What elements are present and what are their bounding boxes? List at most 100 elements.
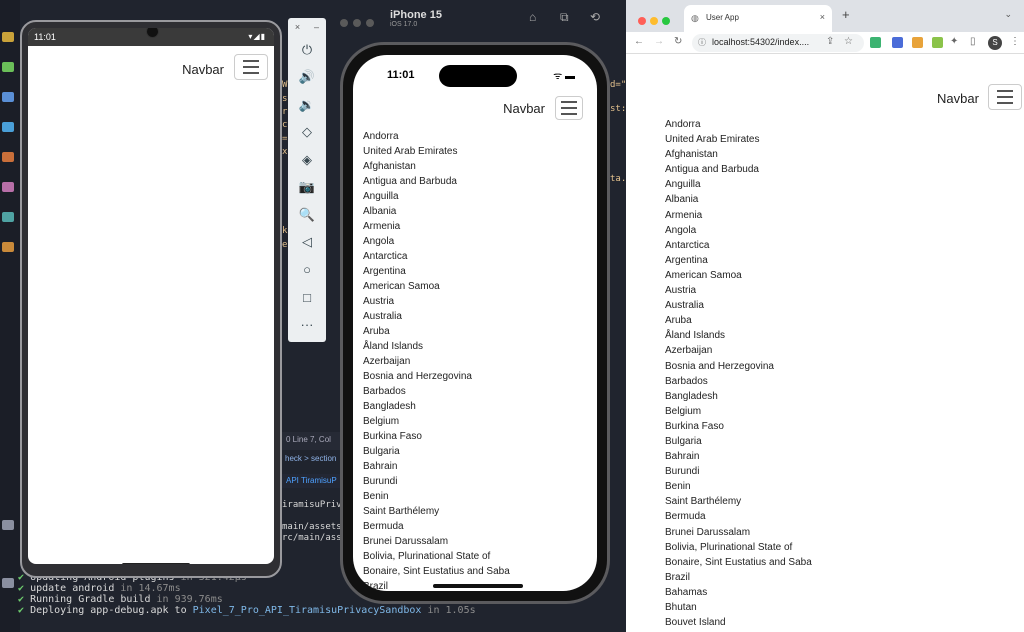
list-item: Argentina: [363, 266, 406, 277]
more-icon[interactable]: ···: [288, 311, 326, 339]
tab-bar: ◍ User App × + ⌄: [626, 0, 1024, 32]
list-item: Bangladesh: [665, 390, 718, 402]
list-item: United Arab Emirates: [363, 146, 458, 157]
android-screen[interactable]: 11:01 ▾◢▮ Navbar: [28, 28, 274, 564]
more-icon[interactable]: ⋮: [1010, 36, 1020, 47]
list-item: Barbados: [665, 375, 708, 387]
remote-icon[interactable]: [2, 182, 14, 192]
back-icon[interactable]: ◁: [288, 229, 326, 257]
power-icon[interactable]: ⏻: [288, 36, 326, 64]
avatar[interactable]: S: [988, 36, 1002, 50]
address-bar[interactable]: ⓘ localhost:54302/index....: [692, 34, 864, 52]
camera-cutout: [146, 28, 159, 38]
forward-icon[interactable]: →: [654, 36, 664, 47]
settings-icon[interactable]: [2, 578, 14, 588]
zoom-button[interactable]: [366, 19, 374, 27]
android-status-bar: 11:01 ▾◢▮: [28, 28, 274, 46]
home-indicator[interactable]: [433, 584, 523, 588]
hamburger-icon-bar: [561, 113, 577, 115]
home-icon[interactable]: ⌂: [529, 10, 536, 24]
ide-terminal-tab[interactable]: API TiramisuP: [282, 474, 342, 488]
database-icon[interactable]: [2, 122, 14, 132]
account-icon[interactable]: [2, 520, 14, 530]
site-info-icon[interactable]: ⓘ: [698, 37, 706, 48]
terminal-time: in 1.05s: [427, 605, 476, 616]
terminal-fragment: rc/main/ass: [282, 533, 342, 543]
zoom-button[interactable]: [662, 17, 670, 25]
new-tab-button[interactable]: +: [842, 7, 850, 22]
hamburger-icon-bar: [243, 66, 259, 68]
navbar-brand[interactable]: Navbar: [182, 62, 224, 77]
breadcrumb[interactable]: heck > section: [282, 452, 342, 466]
list-item: Albania: [363, 206, 397, 217]
list-item: Afghanistan: [363, 161, 416, 172]
list-item: Anguilla: [363, 191, 399, 202]
extension-icon[interactable]: [870, 37, 881, 48]
status-icons: ▾◢▮: [248, 32, 266, 41]
rotate-left-icon[interactable]: ◇: [288, 119, 326, 147]
hamburger-menu-button[interactable]: [988, 84, 1022, 110]
close-button[interactable]: [638, 17, 646, 25]
list-item: Benin: [363, 491, 389, 502]
close-button[interactable]: [340, 19, 348, 27]
debug-icon[interactable]: [2, 92, 14, 102]
navbar-brand[interactable]: Navbar: [937, 91, 979, 106]
share-icon[interactable]: ⇪: [826, 36, 834, 47]
extensions-icon[interactable]: [2, 152, 14, 162]
screenshot-icon[interactable]: ⧉: [560, 10, 569, 25]
list-item: Bouvet Island: [665, 617, 726, 629]
list-item: Albania: [665, 194, 699, 206]
overview-icon[interactable]: □: [288, 284, 326, 312]
terminal-fragment: main/assets: [282, 522, 342, 532]
close-icon[interactable]: ×: [295, 22, 300, 32]
hamburger-icon-bar: [997, 96, 1013, 98]
list-item: Aruba: [665, 315, 692, 327]
web-page: Navbar Andorra United Arab Emirates Afghan…: [626, 54, 1024, 632]
bookmark-star-icon[interactable]: ☆: [844, 36, 853, 47]
iphone-screen[interactable]: 11:01 ᯤ ▬ Navbar Andorra United Arab Emir…: [353, 55, 597, 591]
sidebar-icon[interactable]: ▯: [970, 36, 976, 47]
extension-icon[interactable]: [912, 37, 923, 48]
extension-icon[interactable]: [892, 37, 903, 48]
minimize-button[interactable]: [353, 19, 361, 27]
rotate-right-icon[interactable]: ◈: [288, 146, 326, 174]
hamburger-menu-button[interactable]: [234, 54, 268, 80]
emulator-toolbar: × – ⏻ 🔊 🔉 ◇ ◈ 📷 🔍 ◁ ○ □ ···: [288, 18, 326, 342]
check-icon: ✔: [18, 605, 25, 616]
puzzle-icon[interactable]: ✦: [950, 36, 958, 47]
volume-up-icon[interactable]: 🔊: [288, 64, 326, 92]
simulator-subtitle: iOS 17.0: [390, 21, 418, 28]
list-item: Bahamas: [665, 586, 708, 598]
close-icon[interactable]: ×: [820, 12, 825, 22]
list-item: Australia: [665, 300, 704, 312]
list-item: Bonaire, Sint Eustatius and Saba: [363, 566, 510, 577]
ide-code-fragment-right: d=" st: ta.: [610, 80, 626, 184]
clipboard-icon[interactable]: [2, 242, 14, 252]
navbar: Navbar: [28, 46, 274, 94]
minimize-button[interactable]: [650, 17, 658, 25]
home-indicator[interactable]: [122, 563, 190, 564]
rotate-icon[interactable]: ⟲: [590, 10, 600, 24]
terminal-text: Running Gradle build: [30, 594, 151, 605]
chevron-down-icon[interactable]: ⌄: [1004, 9, 1012, 20]
camera-icon[interactable]: 📷: [288, 174, 326, 202]
list-item: Bolivia, Plurinational State of: [363, 551, 491, 562]
list-item: Antigua and Barbuda: [665, 164, 759, 176]
layers-icon[interactable]: [2, 212, 14, 222]
reload-icon[interactable]: ↻: [674, 36, 682, 47]
home-icon[interactable]: ○: [288, 256, 326, 284]
folder-icon[interactable]: [2, 32, 14, 42]
navbar-brand[interactable]: Navbar: [503, 101, 545, 116]
zoom-icon[interactable]: 🔍: [288, 201, 326, 229]
minimize-icon[interactable]: –: [314, 22, 319, 32]
volume-down-icon[interactable]: 🔉: [288, 91, 326, 119]
git-icon[interactable]: [2, 62, 14, 72]
simulator-title: iPhone 15: [390, 9, 442, 21]
extension-icon[interactable]: [932, 37, 943, 48]
navbar: Navbar: [353, 87, 597, 123]
tab-user-app[interactable]: ◍ User App ×: [684, 5, 832, 32]
hamburger-menu-button[interactable]: [555, 96, 583, 120]
check-icon: ✔: [18, 583, 25, 594]
back-icon[interactable]: ←: [634, 36, 644, 47]
list-item: Bulgaria: [363, 446, 400, 457]
